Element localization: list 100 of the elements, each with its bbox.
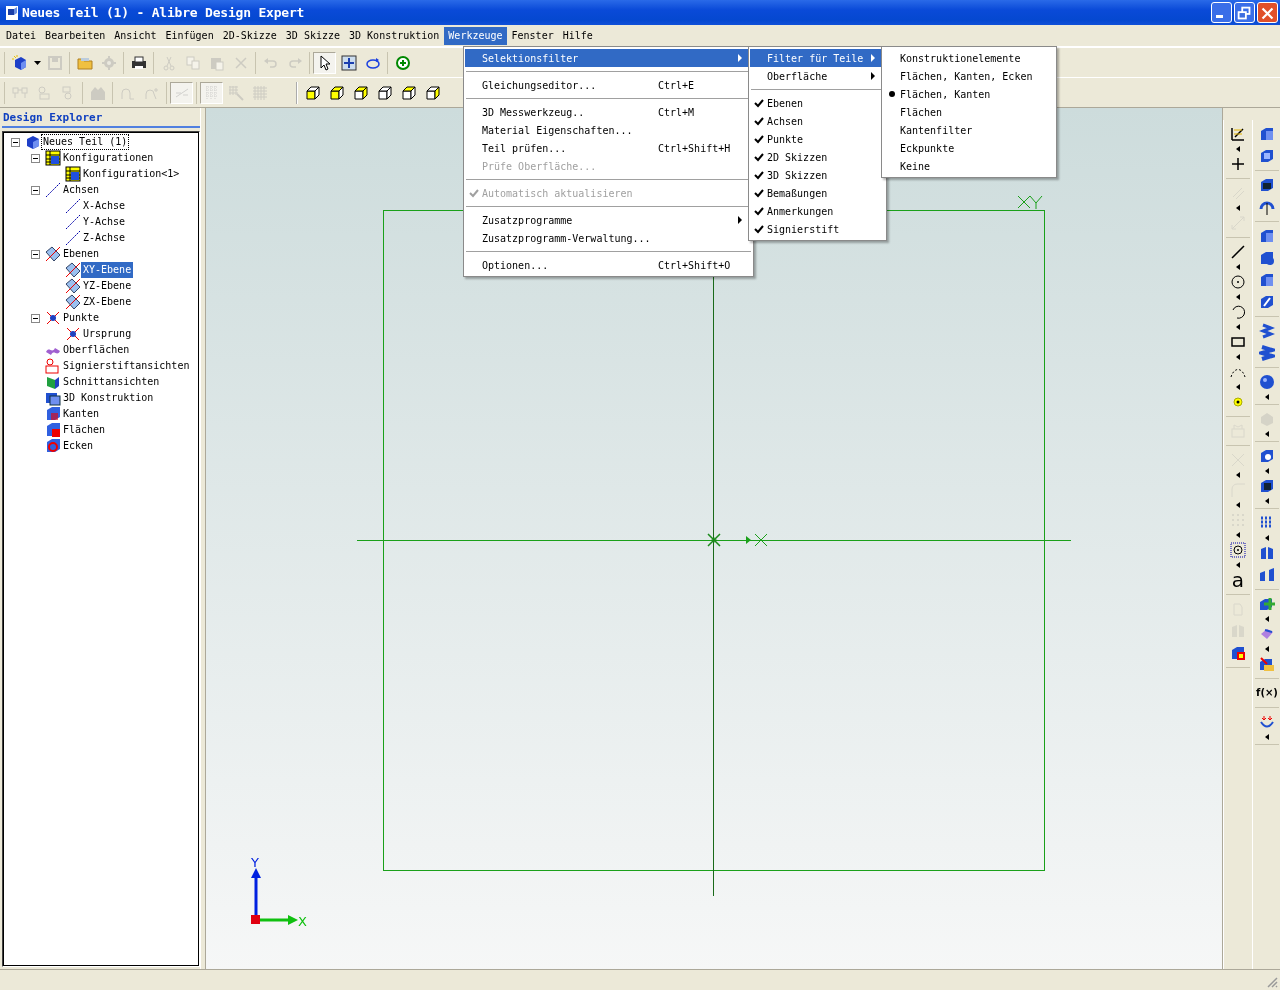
tree-item[interactable]: Flächen xyxy=(61,422,108,438)
collapse-icon[interactable] xyxy=(30,249,40,259)
printer-icon xyxy=(130,54,147,71)
delete-icon xyxy=(232,54,249,71)
tree-item[interactable]: 3D Konstruktion xyxy=(61,390,156,406)
menu-item[interactable]: Datei xyxy=(2,26,41,45)
tree-item[interactable]: YZ-Ebene xyxy=(81,278,134,294)
flyout-arrow-icon[interactable] xyxy=(1235,354,1241,360)
menu-item[interactable]: 3D Konstruktion xyxy=(345,26,444,45)
tree-item[interactable]: Ebenen xyxy=(61,246,102,262)
menu-item[interactable]: Flächen, Kanten, Ecken xyxy=(883,67,1055,85)
menu-item[interactable]: Bearbeiten xyxy=(41,26,110,45)
flyout-arrow-icon[interactable] xyxy=(1264,498,1270,504)
collapse-icon[interactable] xyxy=(30,185,40,195)
tree-item[interactable]: Ursprung xyxy=(81,326,134,342)
menu-item[interactable]: 2D-Skizze xyxy=(218,26,281,45)
tree-item[interactable]: Punkte xyxy=(61,310,102,326)
circle-icon xyxy=(1230,274,1246,290)
flyout-arrow-icon[interactable] xyxy=(1235,562,1241,568)
menu-item[interactable]: Material Eigenschaften... xyxy=(465,121,752,139)
resize-grip-icon[interactable] xyxy=(1266,976,1278,988)
tree-item[interactable]: Y-Achse xyxy=(81,214,128,230)
tree-item[interactable]: ZX-Ebene xyxy=(81,294,134,310)
menu-item[interactable]: 3D Skizzen xyxy=(750,166,885,184)
flyout-arrow-icon[interactable] xyxy=(1235,384,1241,390)
collapse-icon[interactable] xyxy=(30,153,40,163)
tree-item[interactable]: Konfiguration<1> xyxy=(81,166,182,182)
menu-item[interactable]: Oberfläche xyxy=(750,67,885,85)
close-button[interactable] xyxy=(1257,2,1278,23)
plus-icon xyxy=(1230,156,1246,172)
plane-icon xyxy=(65,294,81,310)
grid-arrow-icon xyxy=(227,84,244,101)
menu-item[interactable]: Zusatzprogramm-Verwaltung... xyxy=(465,229,752,247)
tree-item[interactable]: Schnittansichten xyxy=(61,374,162,390)
tree-item[interactable]: X-Achse xyxy=(81,198,128,214)
menu-item[interactable]: Gleichungseditor... Ctrl+E xyxy=(465,76,752,94)
menu-item[interactable]: Kantenfilter xyxy=(883,121,1055,139)
menu-item[interactable]: Keine xyxy=(883,157,1055,175)
menu-item[interactable]: Optionen... Ctrl+Shift+O xyxy=(465,256,752,274)
cube-icon xyxy=(1259,177,1275,193)
scissors-icon xyxy=(160,54,177,71)
menu-item[interactable]: 3D Skizze xyxy=(281,26,345,45)
flyout-arrow-icon[interactable] xyxy=(1264,468,1270,474)
menu-item[interactable]: Konstruktionelemente xyxy=(883,49,1055,67)
toolbar-button[interactable] xyxy=(313,51,336,74)
tree-item[interactable]: Ecken xyxy=(61,438,96,454)
folder-part-icon xyxy=(1259,656,1275,672)
tree-item[interactable]: Signierstiftansichten xyxy=(61,358,192,374)
flyout-arrow-icon[interactable] xyxy=(1235,264,1241,270)
menu-item[interactable]: Fenster xyxy=(507,26,558,45)
flyout-arrow-icon[interactable] xyxy=(1264,616,1270,622)
menu-item[interactable]: Signierstift xyxy=(750,220,885,238)
flyout-arrow-icon[interactable] xyxy=(1235,294,1241,300)
menu-item[interactable]: Ansicht xyxy=(110,26,161,45)
menu-item[interactable]: Werkzeuge xyxy=(444,26,507,45)
menu-item[interactable]: Hilfe xyxy=(558,26,597,45)
menu-item[interactable]: Einfügen xyxy=(161,26,218,45)
menu-item[interactable]: Achsen xyxy=(750,112,885,130)
minimize-button[interactable] xyxy=(1211,2,1232,23)
cube-icon xyxy=(1259,126,1275,142)
toolbar-button[interactable] xyxy=(1227,540,1249,560)
cube-icon xyxy=(1259,448,1275,464)
cube-icon xyxy=(376,84,393,101)
tree-item[interactable]: Kanten xyxy=(61,406,102,422)
toolbar-button[interactable]: a xyxy=(1227,570,1249,590)
origin-icon xyxy=(251,915,260,924)
menu-item[interactable]: Zusatzprogramme xyxy=(465,211,752,229)
flyout-arrow-icon[interactable] xyxy=(1264,646,1270,652)
cube-icon xyxy=(1259,478,1275,494)
plane-marker xyxy=(1017,195,1043,210)
menu-item[interactable]: Anmerkungen xyxy=(750,202,885,220)
tree-item[interactable]: Achsen xyxy=(61,182,102,198)
tree-item[interactable]: Z-Achse xyxy=(81,230,128,246)
tree-item[interactable]: Konfigurationen xyxy=(61,150,156,166)
menu-item[interactable]: Bemaßungen xyxy=(750,184,885,202)
flyout-arrow-icon[interactable] xyxy=(1235,146,1241,152)
menu-item[interactable]: Ebenen xyxy=(750,94,885,112)
menu-item[interactable]: 3D Messwerkzeug.. Ctrl+M xyxy=(465,103,752,121)
line-icon xyxy=(1230,244,1246,260)
flyout-arrow-icon[interactable] xyxy=(1264,734,1270,740)
collapse-icon[interactable] xyxy=(10,137,20,147)
menu-item[interactable]: 2D Skizzen xyxy=(750,148,885,166)
flyout-arrow-icon[interactable] xyxy=(1264,394,1270,400)
menu-item[interactable]: Flächen xyxy=(883,103,1055,121)
spring-icon xyxy=(1259,345,1275,361)
toolbar-button[interactable]: f(×) xyxy=(1256,683,1278,703)
revolve-icon xyxy=(1259,199,1275,215)
tree-item[interactable]: XY-Ebene xyxy=(81,262,134,278)
menu-item[interactable]: Punkte xyxy=(750,130,885,148)
collapse-icon[interactable] xyxy=(30,313,40,323)
tree-item[interactable]: Oberflächen xyxy=(61,342,132,358)
maximize-button[interactable] xyxy=(1234,2,1255,23)
flyout-arrow-icon[interactable] xyxy=(1264,535,1270,541)
menu-item[interactable]: Eckpunkte xyxy=(883,139,1055,157)
cube-icon xyxy=(400,84,417,101)
mirror-icon xyxy=(1259,545,1275,561)
menu-item[interactable]: Flächen, Kanten xyxy=(883,85,1055,103)
menu-item[interactable]: Teil prüfen... Ctrl+Shift+H xyxy=(465,139,752,157)
flyout-arrow-icon[interactable] xyxy=(1235,324,1241,330)
cube-icon xyxy=(304,84,321,101)
